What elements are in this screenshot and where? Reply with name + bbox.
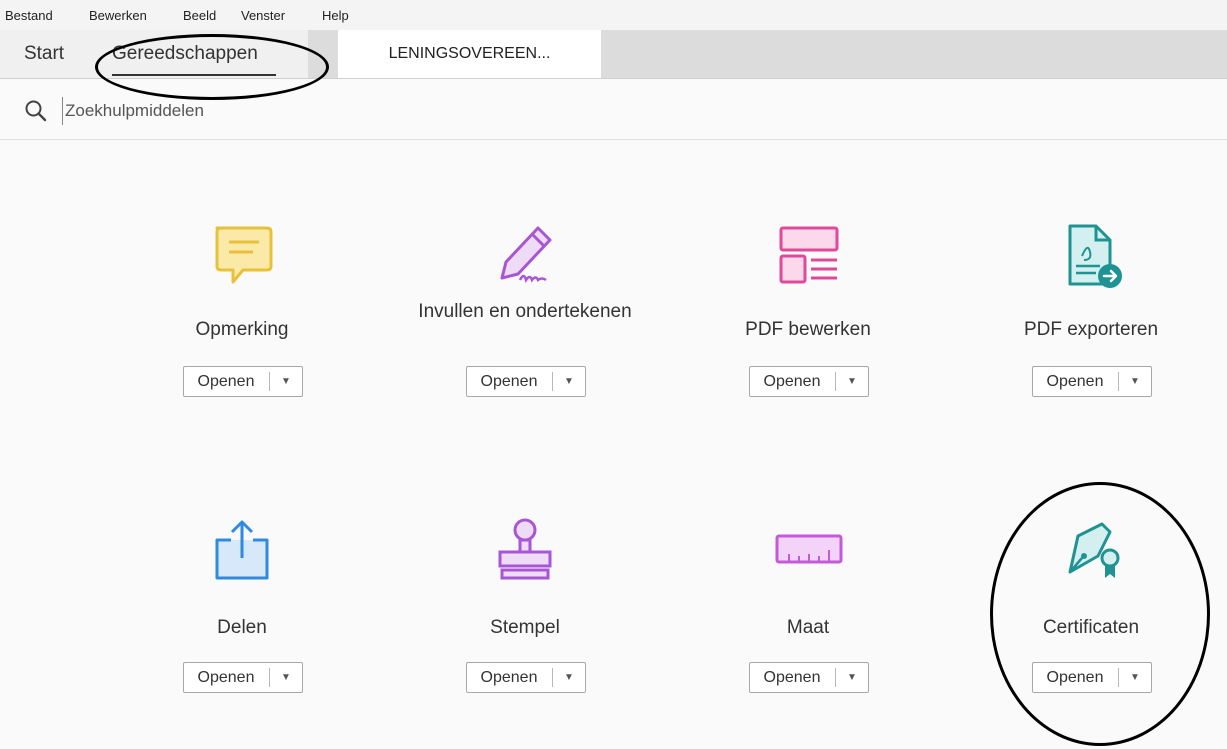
open-button-certificates[interactable]: Openen ▼ [1032,662,1152,693]
open-button-comment[interactable]: Openen ▼ [183,366,303,397]
menu-item-bestand[interactable]: Bestand [5,8,53,23]
chevron-down-icon[interactable]: ▼ [1119,663,1151,692]
share-icon[interactable] [207,516,277,586]
search-icon[interactable] [24,99,48,123]
tool-label-comment: Opmerking [195,319,289,340]
search-bar [0,79,1227,140]
export-pdf-icon[interactable] [1056,222,1126,292]
search-input[interactable] [62,97,667,125]
open-button-label: Openen [1046,373,1104,390]
tool-card-export-pdf: PDF exporteren Openen ▼ [971,222,1211,402]
open-button-label: Openen [197,669,255,686]
tab-bar: Start Gereedschappen LENINGSOVEREEN... [0,30,1227,79]
tool-card-measure: Maat Openen ▼ [688,516,928,696]
chevron-down-icon[interactable]: ▼ [270,367,302,396]
tab-bar-empty [601,30,1227,78]
open-button-label: Openen [763,669,821,686]
chevron-down-icon[interactable]: ▼ [553,367,585,396]
tool-card-comment: Opmerking Openen ▼ [122,222,362,402]
chevron-down-icon[interactable]: ▼ [553,663,585,692]
tool-card-certificates: Certificaten Openen ▼ [971,516,1211,696]
tool-label-fill-sign: Invullen en ondertekenen [418,301,632,322]
open-button-export-pdf[interactable]: Openen ▼ [1032,366,1152,397]
chevron-down-icon[interactable]: ▼ [1119,367,1151,396]
certificate-icon[interactable] [1056,516,1126,586]
tool-card-share: Delen Openen ▼ [122,516,362,696]
tab-tools[interactable]: Gereedschappen [88,30,308,78]
tab-tools-label: Gereedschappen [112,43,258,64]
tool-card-edit-pdf: PDF bewerken Openen ▼ [688,222,928,402]
chevron-down-icon[interactable]: ▼ [270,663,302,692]
measure-icon[interactable] [773,516,843,586]
active-tab-indicator [112,74,276,76]
fill-sign-icon[interactable] [490,222,560,292]
chevron-down-icon[interactable]: ▼ [836,367,868,396]
menu-item-venster[interactable]: Venster [241,8,285,23]
open-button-edit-pdf[interactable]: Openen ▼ [749,366,869,397]
tab-document[interactable]: LENINGSOVEREEN... [338,30,601,78]
menu-item-help[interactable]: Help [322,8,349,23]
tool-label-measure: Maat [786,617,830,638]
menu-item-bewerken[interactable]: Bewerken [89,8,147,23]
tool-label-certificates: Certificaten [1042,617,1140,638]
tool-label-stamp: Stempel [490,617,560,638]
tab-start[interactable]: Start [0,30,88,78]
menu-item-beeld[interactable]: Beeld [183,8,216,23]
edit-pdf-icon[interactable] [773,222,843,292]
chevron-down-icon[interactable]: ▼ [836,663,868,692]
open-button-fill-sign[interactable]: Openen ▼ [466,366,586,397]
open-button-share[interactable]: Openen ▼ [183,662,303,693]
tool-label-share: Delen [217,617,267,638]
open-button-stamp[interactable]: Openen ▼ [466,662,586,693]
open-button-measure[interactable]: Openen ▼ [749,662,869,693]
tool-card-stamp: Stempel Openen ▼ [405,516,645,696]
tool-label-edit-pdf: PDF bewerken [745,319,871,340]
open-button-label: Openen [1046,669,1104,686]
comment-icon[interactable] [207,222,277,292]
open-button-label: Openen [480,669,538,686]
open-button-label: Openen [197,373,255,390]
open-button-label: Openen [480,373,538,390]
menu-bar: Bestand Bewerken Beeld Venster Help [0,0,1227,30]
tool-label-export-pdf: PDF exporteren [1023,319,1159,340]
open-button-label: Openen [763,373,821,390]
tool-card-fill-sign: Invullen en ondertekenen Openen ▼ [405,222,645,402]
stamp-icon[interactable] [490,516,560,586]
